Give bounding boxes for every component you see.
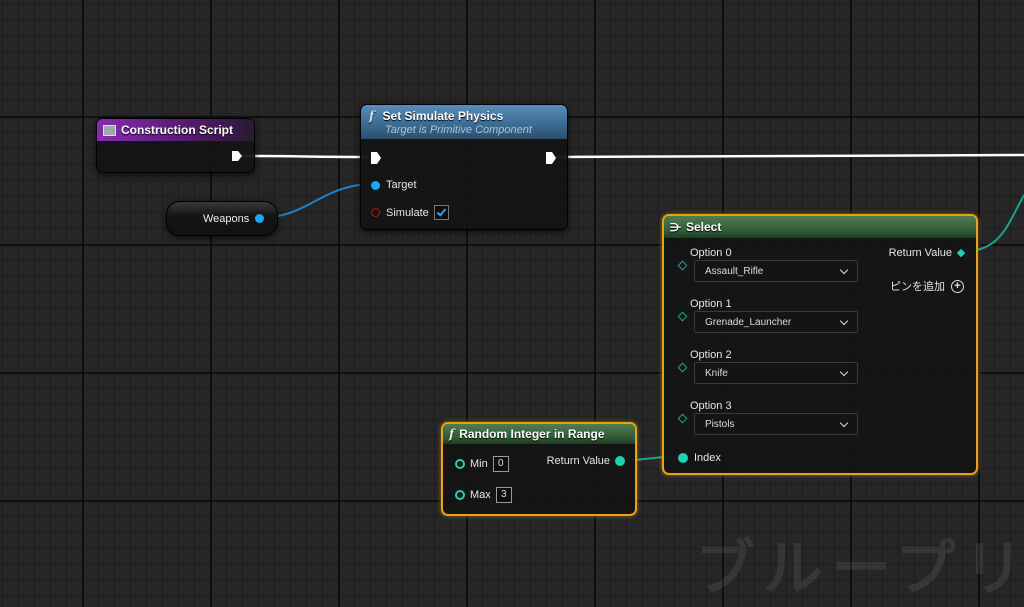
construction-script-header: Construction Script xyxy=(97,119,254,141)
min-input-pin[interactable] xyxy=(455,459,465,469)
checkmark-icon xyxy=(436,206,447,217)
add-icon: + xyxy=(951,279,964,293)
weapons-variable-node[interactable]: Weapons xyxy=(166,201,278,236)
set-simulate-physics-node[interactable]: f Set Simulate Physics Target is Primiti… xyxy=(360,104,568,230)
index-pin-row[interactable]: Index xyxy=(678,452,721,464)
random-integer-node[interactable]: f Random Integer in Range Min 0 Max 3 Re… xyxy=(441,422,637,516)
random-title: Random Integer in Range xyxy=(459,427,605,441)
option-value: Assault_Rifle xyxy=(705,265,764,277)
physics-subtitle: Target is Primitive Component xyxy=(385,124,532,136)
select-title: Select xyxy=(686,220,722,234)
min-value-field[interactable]: 0 xyxy=(492,456,509,472)
physics-header: f Set Simulate Physics Target is Primiti… xyxy=(361,105,567,139)
select-return-label: Return Value xyxy=(888,247,952,259)
chevron-down-icon xyxy=(839,367,849,376)
construction-script-title: Construction Script xyxy=(121,123,234,137)
chevron-down-icon xyxy=(839,316,849,325)
function-icon: f xyxy=(369,109,375,123)
exec-wire-construction-to-physics xyxy=(240,154,369,159)
max-label: Max xyxy=(470,489,491,501)
option-value: Knife xyxy=(705,367,728,379)
option-dropdown[interactable]: Knife xyxy=(694,362,858,384)
exec-wire-physics-out xyxy=(550,153,1024,159)
select-icon: ⋺ xyxy=(670,221,681,234)
weapons-label: Weapons xyxy=(203,213,250,225)
random-return-pin[interactable] xyxy=(615,456,625,466)
option-label: Option 0 xyxy=(690,247,732,259)
function-icon: f xyxy=(449,427,455,441)
exec-out-pin[interactable] xyxy=(545,151,557,165)
index-input-pin[interactable] xyxy=(678,453,688,463)
option-input-pin[interactable] xyxy=(677,362,688,373)
option-dropdown[interactable]: Pistols xyxy=(694,413,858,435)
exec-in-pin[interactable] xyxy=(370,151,382,165)
max-pin-row[interactable]: Max 3 xyxy=(455,487,512,503)
option-dropdown[interactable]: Assault_Rifle xyxy=(694,260,858,282)
select-header: ⋺ Select xyxy=(664,216,976,238)
select-node[interactable]: ⋺ Select Option 0 Assault_Rifle Option 1 Gr… xyxy=(662,214,978,475)
exec-out-pin[interactable] xyxy=(231,150,243,162)
option-label: Option 1 xyxy=(690,298,732,310)
max-value-field[interactable]: 3 xyxy=(495,487,512,503)
min-label: Min xyxy=(470,458,488,470)
weapons-output-pin[interactable] xyxy=(255,214,264,223)
physics-title: Set Simulate Physics xyxy=(382,109,504,123)
random-return-row[interactable]: Return Value xyxy=(547,455,625,467)
option-input-pin[interactable] xyxy=(677,311,688,322)
script-icon xyxy=(103,124,116,136)
min-pin-row[interactable]: Min 0 xyxy=(455,456,509,472)
chevron-down-icon xyxy=(839,418,849,427)
option-input-pin[interactable] xyxy=(677,260,688,271)
construction-script-node[interactable]: Construction Script xyxy=(96,118,255,173)
simulate-input-pin[interactable] xyxy=(371,208,380,217)
select-return-pin[interactable] xyxy=(956,248,966,258)
chevron-down-icon xyxy=(839,265,849,274)
simulate-pin-row[interactable]: Simulate xyxy=(371,205,449,220)
target-label: Target xyxy=(386,179,417,191)
select-return-row[interactable]: Return Value xyxy=(888,247,966,259)
option-value: Grenade_Launcher xyxy=(705,316,792,328)
option-input-pin[interactable] xyxy=(677,413,688,424)
simulate-checkbox[interactable] xyxy=(433,205,449,220)
option-label: Option 3 xyxy=(690,400,732,412)
target-input-pin[interactable] xyxy=(371,180,380,190)
blueprint-watermark: ブループリント xyxy=(695,535,1024,602)
option-dropdown[interactable]: Grenade_Launcher xyxy=(694,311,858,333)
max-input-pin[interactable] xyxy=(455,490,465,500)
option-label: Option 2 xyxy=(690,349,732,361)
add-pin-label: ピンを追加 xyxy=(890,281,945,293)
simulate-label: Simulate xyxy=(386,206,429,219)
random-return-label: Return Value xyxy=(546,455,610,467)
target-pin-row[interactable]: Target xyxy=(371,179,417,191)
index-label: Index xyxy=(694,452,721,464)
random-header: f Random Integer in Range xyxy=(443,424,635,444)
option-value: Pistols xyxy=(705,418,735,430)
add-pin-button[interactable]: ピンを追加 + xyxy=(890,278,964,294)
